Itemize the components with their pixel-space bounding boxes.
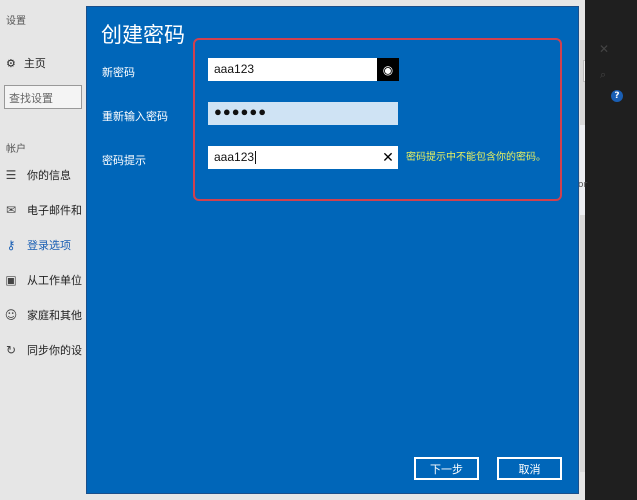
password-hint-label: 密码提示 [102, 154, 146, 167]
nav-email[interactable]: ✉ 电子邮件和 [4, 202, 82, 218]
nav-label: 同步你的设 [27, 344, 82, 357]
close-icon: ✕ [382, 149, 394, 166]
user-card-icon: ☰ [5, 168, 17, 182]
confirm-password-input[interactable]: ●●●●●● [208, 102, 398, 125]
nav-family[interactable]: ☺ 家庭和其他 [4, 307, 82, 323]
section-accounts-label: 帐户 [6, 144, 26, 155]
person-icon: ☺ [4, 308, 18, 322]
nav-work-access[interactable]: ▣ 从工作单位 [4, 272, 82, 288]
nav-label: 从工作单位 [27, 274, 82, 287]
password-hint-value: aaa123 [214, 150, 255, 164]
nav-label: 电子邮件和 [27, 204, 82, 217]
nav-your-info[interactable]: ☰ 你的信息 [4, 167, 71, 183]
clear-hint-button[interactable]: ✕ [378, 146, 398, 169]
nav-sign-in-options[interactable]: ⚷ 登录选项 [4, 237, 71, 253]
briefcase-icon: ▣ [5, 273, 17, 287]
nav-label: 登录选项 [27, 239, 71, 252]
settings-text-fragment: or [578, 180, 588, 190]
create-password-dialog: 创建密码 新密码 aaa123 ◉ 重新输入密码 ●●●●●● 密码提示 aaa… [86, 6, 579, 494]
mail-icon: ✉ [5, 203, 17, 217]
settings-search-input[interactable]: 查找设置 [4, 85, 82, 109]
sync-icon: ↻ [5, 343, 17, 357]
new-password-input[interactable]: aaa123 [208, 58, 398, 81]
gear-icon: ⚙ [6, 56, 16, 70]
nav-sync[interactable]: ↻ 同步你的设 [4, 342, 82, 358]
nav-label: 你的信息 [27, 169, 71, 182]
hint-warning-text: 密码提示中不能包含你的密码。 [406, 152, 546, 163]
close-icon[interactable]: ✕ [599, 42, 609, 56]
key-icon: ⚷ [6, 238, 16, 252]
eye-icon: ◉ [382, 62, 394, 77]
settings-title: 设置 [6, 16, 26, 27]
search-icon[interactable]: ⌕ [600, 68, 606, 82]
next-button[interactable]: 下一步 [414, 457, 479, 480]
new-password-label: 新密码 [102, 66, 135, 79]
confirm-password-label: 重新输入密码 [102, 110, 168, 123]
nav-home-label: 主页 [23, 57, 46, 70]
cancel-button[interactable]: 取消 [497, 457, 562, 480]
reveal-password-button[interactable]: ◉ [377, 58, 399, 81]
text-caret [255, 151, 257, 165]
nav-home[interactable]: ⚙ 主页 [6, 55, 46, 71]
help-icon[interactable]: ? [611, 90, 623, 102]
desktop-background [585, 0, 637, 500]
dialog-title: 创建密码 [101, 23, 185, 47]
password-hint-input[interactable]: aaa123 [208, 146, 398, 169]
nav-label: 家庭和其他 [27, 309, 82, 322]
